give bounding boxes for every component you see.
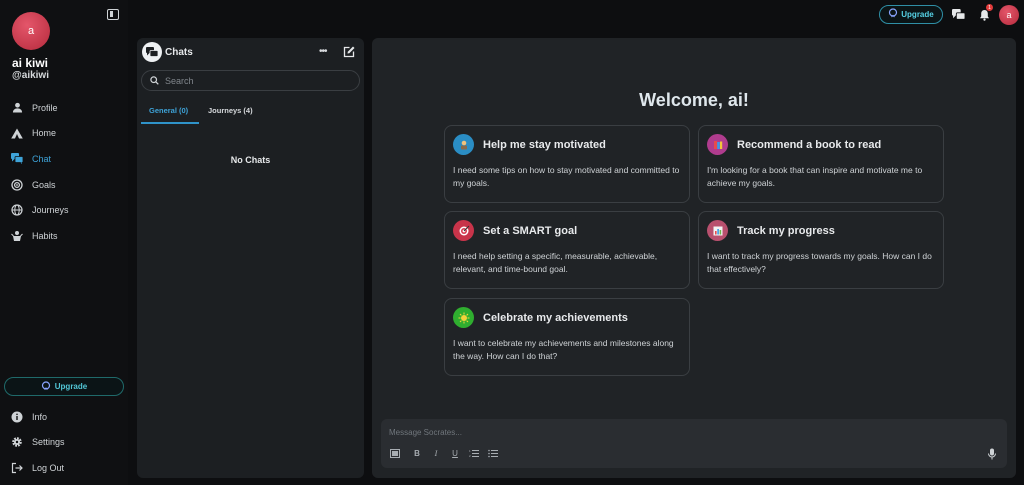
info-icon bbox=[11, 411, 23, 423]
microphone-icon[interactable] bbox=[987, 447, 997, 460]
chats-panel: Chats ••• General (0) Journeys (4) No Ch… bbox=[137, 38, 364, 478]
left-sidebar: a ai kiwi @aikiwi Profile Home Chat Goal… bbox=[0, 0, 128, 485]
bold-button[interactable]: B bbox=[412, 449, 422, 458]
upgrade-label: Upgrade bbox=[54, 382, 88, 391]
search-input[interactable] bbox=[165, 75, 345, 86]
card-title: Help me stay motivated bbox=[483, 139, 606, 151]
suggestion-card[interactable]: Recommend a book to read I'm looking for… bbox=[698, 125, 944, 203]
card-title: Celebrate my achievements bbox=[483, 312, 628, 324]
globe-icon bbox=[11, 204, 23, 216]
celebration-icon bbox=[453, 307, 474, 328]
rocket-icon bbox=[888, 8, 898, 21]
sidebar-item-label: Chat bbox=[32, 153, 52, 164]
sidebar-item-label: Habits bbox=[32, 230, 58, 241]
more-options-icon[interactable]: ••• bbox=[319, 46, 327, 57]
chat-search[interactable] bbox=[141, 70, 360, 91]
sidebar-item-label: Journeys bbox=[32, 205, 69, 216]
bottom-nav: Info Settings Log Out bbox=[0, 404, 128, 481]
profile-avatar[interactable]: a bbox=[12, 12, 50, 50]
empty-state-text: No Chats bbox=[230, 155, 271, 165]
main-nav: Profile Home Chat Goals Journeys Habits bbox=[0, 95, 128, 249]
message-input[interactable] bbox=[389, 428, 889, 437]
search-icon bbox=[150, 72, 159, 90]
main-chat-panel: Welcome, ai! Help me stay motivated I ne… bbox=[372, 38, 1016, 478]
books-icon bbox=[707, 134, 728, 155]
dart-target-icon bbox=[453, 220, 474, 241]
chat-bubbles-icon bbox=[11, 153, 23, 165]
habits-icon bbox=[11, 230, 23, 242]
bar-chart-icon bbox=[707, 220, 728, 241]
sidebar-item-habits[interactable]: Habits bbox=[0, 223, 128, 249]
card-title: Recommend a book to read bbox=[737, 139, 882, 151]
tab-journeys[interactable]: Journeys (4) bbox=[208, 106, 253, 115]
card-title: Set a SMART goal bbox=[483, 225, 578, 237]
sidebar-item-logout[interactable]: Log Out bbox=[0, 455, 128, 481]
sidebar-collapse-icon[interactable] bbox=[107, 9, 119, 20]
sidebar-item-home[interactable]: Home bbox=[0, 121, 128, 147]
active-tab-indicator bbox=[141, 122, 199, 124]
motivation-icon bbox=[453, 134, 474, 155]
topbar-avatar[interactable]: a bbox=[999, 5, 1019, 25]
messages-icon[interactable] bbox=[951, 8, 965, 22]
sidebar-item-label: Log Out bbox=[32, 462, 65, 473]
card-description: I'm looking for a book that can inspire … bbox=[707, 165, 923, 188]
sidebar-item-journeys[interactable]: Journeys bbox=[0, 197, 128, 223]
upgrade-label: Upgrade bbox=[901, 10, 934, 19]
welcome-heading: Welcome, ai! bbox=[639, 90, 749, 110]
logout-icon bbox=[11, 462, 23, 474]
sidebar-item-label: Settings bbox=[32, 437, 65, 448]
card-description: I want to track my progress towards my g… bbox=[707, 251, 932, 274]
card-description: I want to celebrate my achievements and … bbox=[453, 338, 674, 361]
italic-button[interactable]: I bbox=[431, 449, 441, 458]
suggestion-card[interactable]: Track my progress I want to track my pro… bbox=[698, 211, 944, 289]
sidebar-item-profile[interactable]: Profile bbox=[0, 95, 128, 121]
sidebar-item-label: Home bbox=[32, 128, 57, 139]
svg-text:1: 1 bbox=[469, 449, 471, 453]
sidebar-item-info[interactable]: Info bbox=[0, 404, 128, 430]
topbar-upgrade-button[interactable]: Upgrade bbox=[879, 5, 943, 24]
chats-logo-icon bbox=[142, 42, 162, 62]
sidebar-item-label: Info bbox=[32, 411, 48, 422]
home-triangle-icon bbox=[11, 127, 23, 139]
rocket-icon bbox=[41, 380, 51, 393]
sidebar-item-chat[interactable]: Chat bbox=[0, 146, 128, 172]
chats-title: Chats bbox=[165, 47, 193, 58]
gear-icon bbox=[11, 436, 23, 448]
tab-general[interactable]: General (0) bbox=[149, 106, 188, 115]
message-composer: B I U 12 bbox=[381, 419, 1007, 468]
person-icon bbox=[11, 102, 23, 114]
new-chat-icon[interactable] bbox=[343, 45, 355, 58]
target-icon bbox=[11, 178, 23, 191]
card-description: I need help setting a specific, measurab… bbox=[453, 251, 658, 274]
card-title: Track my progress bbox=[737, 225, 835, 237]
bullet-list-icon[interactable] bbox=[488, 449, 498, 460]
suggestion-card[interactable]: Celebrate my achievements I want to cele… bbox=[444, 298, 690, 376]
sidebar-upgrade-button[interactable]: Upgrade bbox=[4, 377, 124, 396]
svg-text:2: 2 bbox=[469, 454, 471, 458]
image-icon[interactable] bbox=[390, 449, 400, 460]
notification-badge: 1 bbox=[986, 4, 993, 11]
sidebar-item-label: Profile bbox=[32, 102, 58, 113]
suggestion-card[interactable]: Help me stay motivated I need some tips … bbox=[444, 125, 690, 203]
sidebar-item-goals[interactable]: Goals bbox=[0, 172, 128, 198]
card-description: I need some tips on how to stay motivate… bbox=[453, 165, 680, 188]
sidebar-item-label: Goals bbox=[32, 179, 56, 190]
sidebar-item-settings[interactable]: Settings bbox=[0, 430, 128, 456]
ordered-list-icon[interactable]: 12 bbox=[469, 449, 479, 460]
user-handle: @aikiwi bbox=[12, 70, 49, 81]
user-name: ai kiwi bbox=[12, 56, 49, 70]
suggestion-card[interactable]: Set a SMART goal I need help setting a s… bbox=[444, 211, 690, 289]
underline-button[interactable]: U bbox=[450, 449, 460, 458]
